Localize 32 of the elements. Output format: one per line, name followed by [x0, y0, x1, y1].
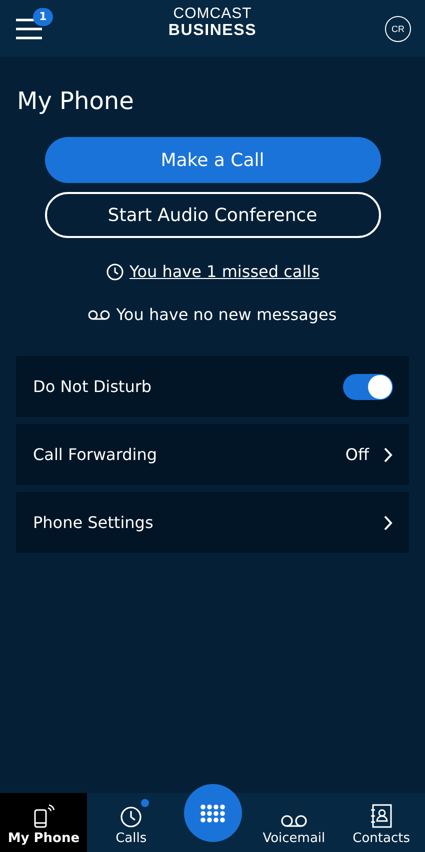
dialpad-icon [200, 804, 226, 822]
row-label: Phone Settings [33, 513, 154, 532]
logo-text: BUSINESS [168, 22, 257, 39]
clock-icon [106, 262, 124, 280]
chevron-right-icon [383, 514, 393, 530]
nav-tab[interactable]: Voicemail [250, 793, 338, 852]
row-label: Do Not Disturb [33, 377, 153, 396]
menu-button[interactable] [16, 18, 42, 40]
avatar-button[interactable]: CR [385, 16, 411, 42]
chevron-right-icon [383, 446, 393, 462]
voicemail-icon [88, 308, 110, 320]
page-title: My Phone [17, 87, 135, 115]
toggle-switch[interactable] [343, 374, 393, 400]
contacts-icon [370, 804, 392, 828]
nav-tab[interactable]: Calls [87, 793, 175, 852]
logo-text: COMCAST [173, 5, 252, 22]
settings-row[interactable]: Call Forwarding Off [16, 424, 409, 485]
row-label: Call Forwarding [33, 445, 158, 464]
phone-icon [32, 804, 55, 828]
notification-badge: 1 [33, 8, 53, 26]
missed-calls-link[interactable]: You have 1 missed calls [130, 262, 320, 281]
row-value: Off [345, 445, 369, 464]
clock-icon [120, 806, 142, 828]
settings-row[interactable]: Do Not Disturb [16, 356, 409, 417]
messages-text: You have no new messages [116, 305, 337, 324]
call-button[interactable]: Make a Call [44, 137, 380, 183]
settings-row[interactable]: Phone Settings [16, 492, 409, 553]
nav-tab[interactable]: Contacts [338, 793, 425, 852]
nav-tab[interactable]: My Phone [0, 793, 88, 852]
menu-icon [16, 18, 42, 40]
conference-button[interactable]: Start Audio Conference [44, 192, 380, 238]
voicemail-icon [280, 814, 307, 828]
